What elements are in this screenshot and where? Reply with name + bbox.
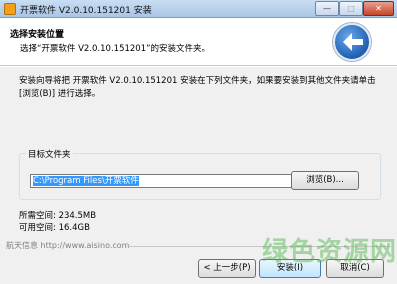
target-folder-input[interactable]: C:\Program Files\开票软件 bbox=[30, 174, 293, 188]
wizard-body: 安装向导将把 开票软件 V2.0.10.151201 安装在下列文件夹，如果要安… bbox=[0, 67, 397, 250]
target-folder-value: C:\Program Files\开票软件 bbox=[33, 176, 139, 186]
window-title: 开票软件 V2.0.10.151201 安装 bbox=[20, 6, 152, 16]
site-watermark: 绿色资源网 bbox=[262, 237, 397, 267]
close-button[interactable]: ✕ bbox=[363, 1, 394, 16]
maximize-button: □ bbox=[339, 1, 363, 16]
minimize-button[interactable]: — bbox=[315, 1, 339, 16]
back-arrow-globe-icon bbox=[333, 23, 371, 61]
brand-text: 航天信息 http://www.aisino.com bbox=[6, 241, 130, 250]
browse-button[interactable]: 浏览(B)... bbox=[291, 171, 359, 190]
space-available: 可用空间: 16.4GB bbox=[19, 223, 90, 233]
page-title: 选择安装位置 bbox=[10, 30, 65, 40]
title-bar: 开票软件 V2.0.10.151201 安装 — □ ✕ bbox=[0, 0, 397, 18]
page-subtitle: 选择“开票软件 V2.0.10.151201”的安装文件夹。 bbox=[20, 44, 211, 54]
target-folder-group: 目标文件夹 C:\Program Files\开票软件 浏览(B)... bbox=[19, 148, 381, 200]
app-icon bbox=[4, 3, 16, 15]
wizard-header: 选择安装位置 选择“开票软件 V2.0.10.151201”的安装文件夹。 bbox=[0, 18, 397, 66]
install-description: 安装向导将把 开票软件 V2.0.10.151201 安装在下列文件夹，如果要安… bbox=[19, 76, 376, 99]
back-button[interactable]: < 上一步(P) bbox=[198, 259, 256, 278]
space-required: 所需空间: 234.5MB bbox=[19, 211, 97, 221]
target-folder-label: 目标文件夹 bbox=[26, 148, 73, 160]
